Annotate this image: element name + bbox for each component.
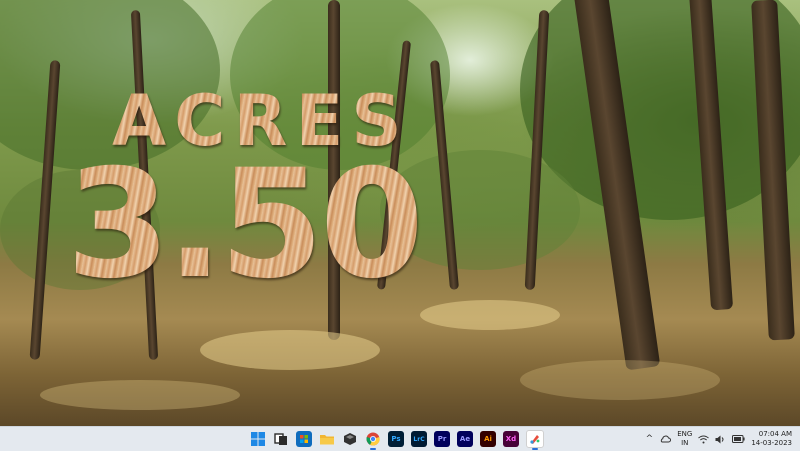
premiere-icon: Pr xyxy=(437,435,447,443)
folder-icon xyxy=(320,435,334,445)
store-button[interactable] xyxy=(296,431,312,447)
cube-icon xyxy=(344,433,356,445)
xd-button[interactable]: Xd xyxy=(503,431,519,447)
language-code: ENG xyxy=(677,430,693,438)
after-effects-icon: Ae xyxy=(459,435,471,443)
system-tray: ^ ENG IN 07:04 AM 14-03-2023 xyxy=(646,427,800,451)
start-button[interactable] xyxy=(250,431,266,447)
windows-logo-icon xyxy=(251,432,265,446)
cloud-icon[interactable] xyxy=(659,434,672,444)
show-hidden-icons-chevron-icon[interactable]: ^ xyxy=(646,434,654,444)
chrome-icon xyxy=(366,432,380,446)
task-view-icon xyxy=(274,433,287,445)
store-icon xyxy=(300,435,308,443)
taskbar: Ps LrC Pr Ae Ai Xd ^ ENG IN 07:04 AM 14-… xyxy=(0,426,800,451)
acres-value: 3.50 xyxy=(66,138,424,312)
unity-button[interactable] xyxy=(342,431,358,447)
wallpaper-text: ACRES 3.50 xyxy=(0,0,800,426)
illustrator-icon: Ai xyxy=(484,435,492,443)
language-indicator[interactable]: ENG IN xyxy=(677,430,692,448)
lightroom-icon: LrC xyxy=(413,435,425,443)
file-explorer-button[interactable] xyxy=(319,431,335,447)
photoshop-button[interactable]: Ps xyxy=(388,431,404,447)
photoshop-icon: Ps xyxy=(391,435,401,443)
clock-time: 07:04 AM xyxy=(758,430,792,438)
paint-app-button[interactable] xyxy=(526,430,544,450)
wifi-icon[interactable] xyxy=(698,435,710,444)
volume-icon[interactable] xyxy=(715,435,726,444)
battery-icon[interactable] xyxy=(732,435,745,443)
language-region: IN xyxy=(681,439,689,447)
clock[interactable]: 07:04 AM 14-03-2023 xyxy=(751,430,792,448)
after-effects-button[interactable]: Ae xyxy=(457,431,473,447)
illustrator-button[interactable]: Ai xyxy=(480,431,496,447)
lightroom-classic-button[interactable]: LrC xyxy=(411,431,427,447)
paint-icon xyxy=(530,435,540,444)
xd-icon: Xd xyxy=(505,435,517,443)
task-view-button[interactable] xyxy=(273,431,289,447)
premiere-button[interactable]: Pr xyxy=(434,431,450,447)
taskbar-apps: Ps LrC Pr Ae Ai Xd xyxy=(250,429,544,450)
chrome-button[interactable] xyxy=(365,431,381,450)
desktop-wallpaper: ACRES 3.50 xyxy=(0,0,800,426)
clock-date: 14-03-2023 xyxy=(751,439,792,447)
